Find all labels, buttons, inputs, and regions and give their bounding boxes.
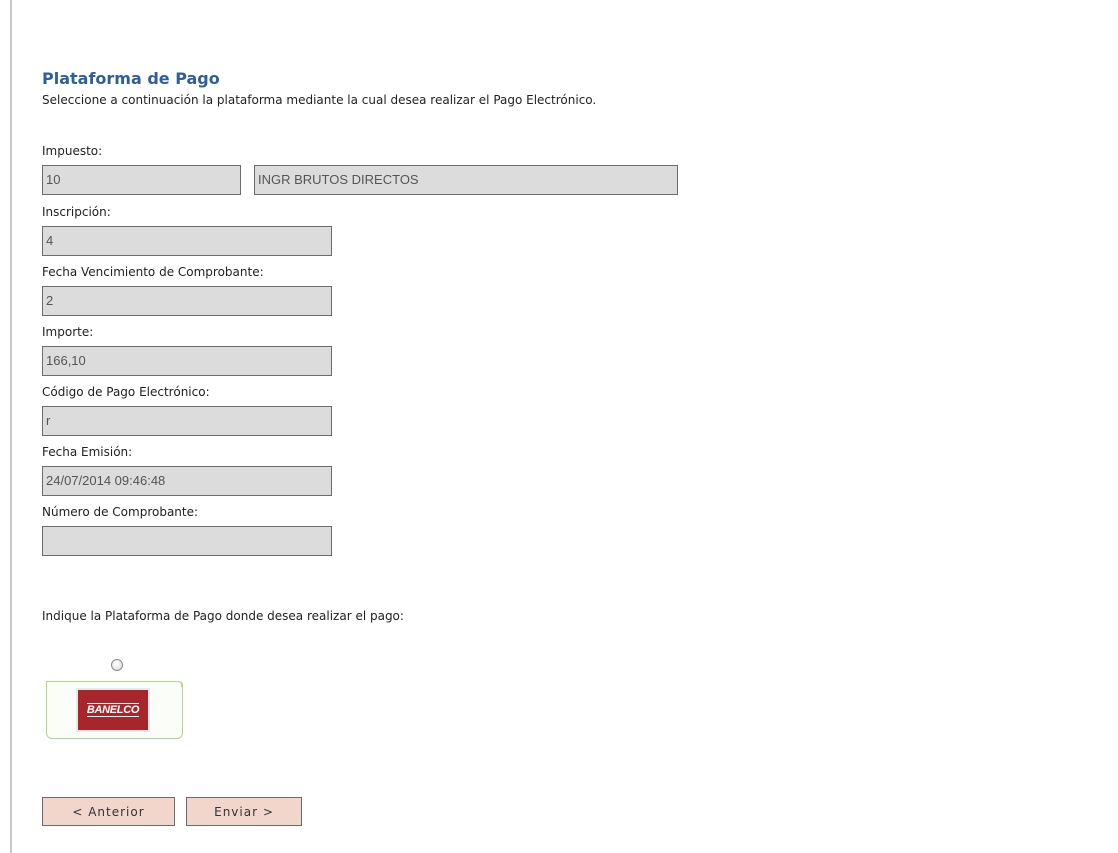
card-corner-fold: [176, 681, 182, 687]
platform-prompt: Indique la Plataforma de Pago donde dese…: [42, 609, 404, 623]
codigo-pago-label: Código de Pago Electrónico:: [42, 385, 210, 399]
page-title: Plataforma de Pago: [42, 69, 220, 88]
numero-comprobante-field[interactable]: [42, 526, 332, 556]
codigo-pago-field[interactable]: r: [42, 406, 332, 436]
impuesto-label: Impuesto:: [42, 144, 103, 158]
inscripcion-label: Inscripción:: [42, 205, 111, 219]
inscripcion-field[interactable]: 4: [42, 226, 332, 256]
importe-field[interactable]: 166,10: [42, 346, 332, 376]
banelco-logo[interactable]: BANELCO: [76, 688, 150, 732]
fecha-emision-label: Fecha Emisión:: [42, 445, 133, 459]
submit-button[interactable]: Enviar >: [186, 797, 302, 826]
back-button[interactable]: < Anterior: [42, 797, 175, 826]
left-border-rule: [10, 0, 12, 853]
banelco-logo-text: BANELCO: [86, 703, 140, 717]
importe-label: Importe:: [42, 325, 94, 339]
numero-comprobante-label: Número de Comprobante:: [42, 505, 199, 519]
impuesto-description-field[interactable]: INGR BRUTOS DIRECTOS: [254, 165, 678, 195]
impuesto-code-field[interactable]: 10: [42, 165, 241, 195]
fecha-emision-field[interactable]: 24/07/2014 09:46:48: [42, 466, 332, 496]
banelco-radio[interactable]: [111, 659, 123, 671]
page-subtitle: Seleccione a continuación la plataforma …: [42, 93, 597, 107]
card-top-border: [46, 681, 177, 682]
fecha-vencimiento-field[interactable]: 2: [42, 286, 332, 316]
fecha-vencimiento-label: Fecha Vencimiento de Comprobante:: [42, 265, 264, 279]
